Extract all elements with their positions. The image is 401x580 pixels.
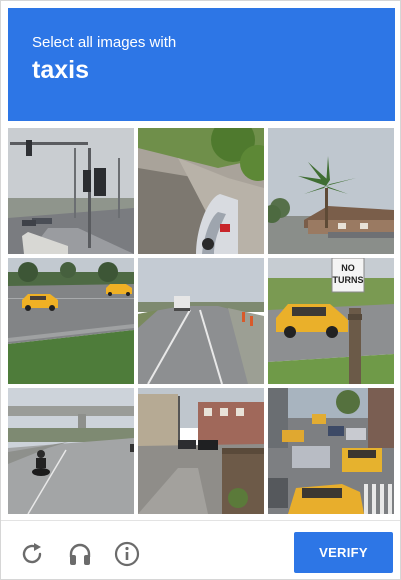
verify-button[interactable]: VERIFY (294, 532, 393, 573)
sign-text-line-1: NO (341, 263, 355, 273)
reload-icon[interactable] (18, 539, 48, 569)
image-tile-2[interactable] (138, 128, 264, 254)
challenge-prompt: Select all images with (32, 34, 177, 51)
image-tile-3[interactable] (268, 128, 394, 254)
image-tile-8[interactable] (138, 388, 264, 514)
captcha-widget: Select all images with taxis NO TURNS VE… (0, 0, 401, 580)
image-tile-5[interactable] (138, 258, 264, 384)
image-tile-4[interactable] (8, 258, 134, 384)
challenge-target: taxis (32, 56, 89, 84)
challenge-header: Select all images with taxis (8, 8, 395, 121)
image-tile-1[interactable] (8, 128, 134, 254)
challenge-footer: VERIFY (1, 520, 400, 580)
info-icon[interactable] (112, 539, 142, 569)
audio-icon[interactable] (65, 539, 95, 569)
image-tile-9[interactable] (268, 388, 394, 514)
image-tile-6[interactable]: NO TURNS (268, 258, 394, 384)
image-grid: NO TURNS (8, 128, 395, 514)
image-tile-7[interactable] (8, 388, 134, 514)
sign-text-line-2: TURNS (333, 275, 364, 285)
